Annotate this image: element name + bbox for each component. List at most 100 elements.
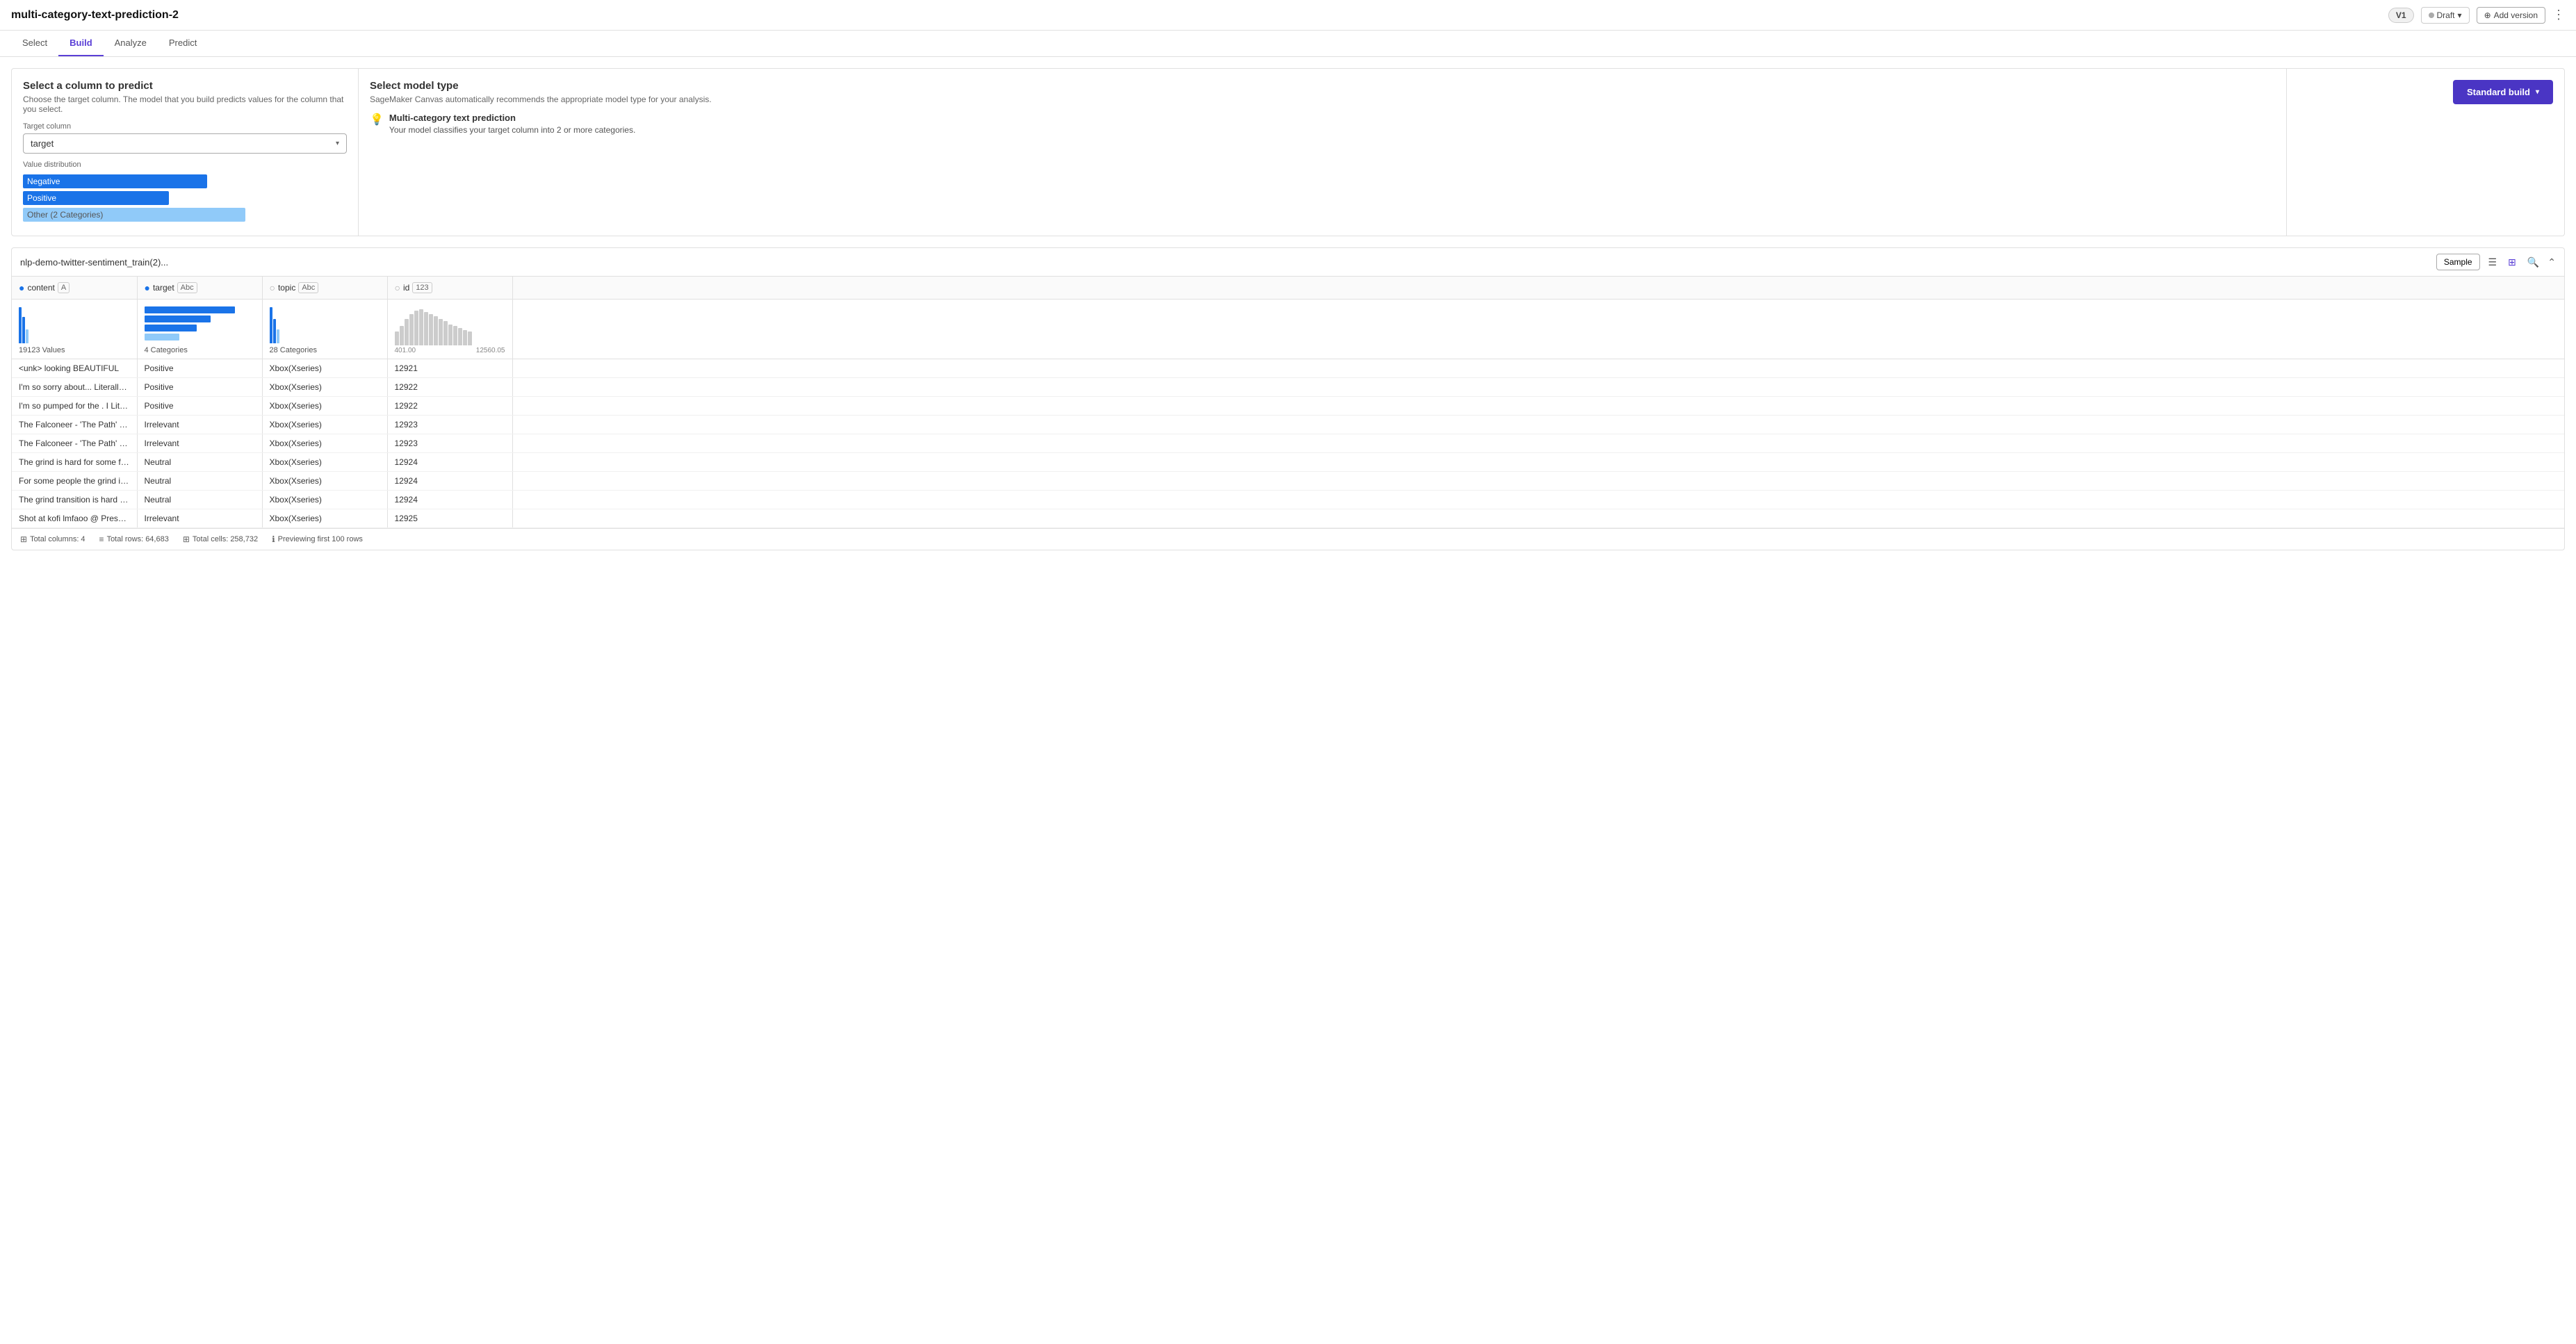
total-columns-item: ⊞ Total columns: 4 (20, 534, 85, 544)
more-options-button[interactable]: ⋮ (2552, 8, 2565, 22)
chart-row: 19123 Values 4 Categories (12, 300, 2564, 359)
dist-row-other: Other (2 Categories) (23, 208, 347, 222)
row4-target: Irrelevant (137, 434, 262, 453)
dist-row-negative: Negative (23, 174, 347, 188)
target-col-name: target (153, 283, 174, 293)
col-header-empty (512, 277, 2564, 300)
content-col-name: content (27, 283, 54, 293)
table-row: The Falconeer - 'The Path' Game... Irrel… (12, 434, 2564, 453)
list-view-button[interactable]: ☰ (2486, 255, 2500, 270)
row4-content: The Falconeer - 'The Path' Game... (12, 434, 137, 453)
distribution-label: Value distribution (23, 161, 347, 169)
topic-col-type: Abc (298, 282, 318, 293)
data-table: ● content A ● target Abc (12, 277, 2564, 528)
id-range-min: 401.00 (395, 347, 416, 354)
row2-topic: Xbox(Xseries) (262, 397, 387, 416)
row4-id: 12923 (387, 434, 512, 453)
row0-target: Positive (137, 359, 262, 378)
select-model-title: Select model type (370, 80, 2275, 92)
dist-label-other: Other (2 Categories) (27, 208, 103, 222)
plus-icon: ⊕ (2484, 10, 2491, 20)
page-title: multi-category-text-prediction-2 (11, 9, 179, 22)
search-button[interactable]: 🔍 (2525, 255, 2542, 270)
row3-content: The Falconeer - 'The Path' Game... (12, 416, 137, 434)
select-model-panel: Select model type SageMaker Canvas autom… (359, 68, 2287, 236)
col-header-target: ● target Abc (137, 277, 262, 300)
row0-topic: Xbox(Xseries) (262, 359, 387, 378)
row2-content: I'm so pumped for the . I Literall... (12, 397, 137, 416)
row1-id: 12922 (387, 378, 512, 397)
preview-note-item: ℹ Previewing first 100 rows (272, 534, 363, 544)
cells-icon: ⊞ (183, 534, 190, 544)
target-col-type: Abc (177, 282, 197, 293)
version-badge: V1 (2388, 8, 2414, 23)
select-model-desc: SageMaker Canvas automatically recommend… (370, 95, 2275, 104)
row5-topic: Xbox(Xseries) (262, 453, 387, 472)
total-columns-label: Total columns: 4 (30, 535, 85, 543)
target-column-dropdown[interactable]: target ▾ (23, 133, 347, 154)
total-rows-item: ≡ Total rows: 64,683 (99, 534, 169, 544)
row7-empty (512, 491, 2564, 509)
table-header-row: ● content A ● target Abc (12, 277, 2564, 300)
columns-icon: ⊞ (20, 534, 27, 544)
row1-empty (512, 378, 2564, 397)
col-header-topic: ○ topic Abc (262, 277, 387, 300)
tab-build[interactable]: Build (58, 31, 104, 56)
info-icon: ℹ (272, 534, 275, 544)
row3-empty (512, 416, 2564, 434)
target-values-label: 4 Categories (145, 346, 255, 354)
row0-id: 12921 (387, 359, 512, 378)
data-section: nlp-demo-twitter-sentiment_train(2)... S… (11, 247, 2565, 550)
row8-empty (512, 509, 2564, 528)
preview-note-label: Previewing first 100 rows (278, 535, 363, 543)
target-column-value: target (31, 138, 54, 149)
build-action-panel: Standard build ▾ (2287, 68, 2565, 236)
row8-id: 12925 (387, 509, 512, 528)
empty-chart-cell (512, 300, 2564, 359)
content-col-icon: ● (19, 282, 24, 293)
row7-topic: Xbox(Xseries) (262, 491, 387, 509)
draft-dot (2429, 13, 2434, 18)
tab-analyze[interactable]: Analyze (104, 31, 158, 56)
app-header: multi-category-text-prediction-2 V1 Draf… (0, 0, 2576, 31)
id-range-max: 12560.05 (476, 347, 505, 354)
dataset-title: nlp-demo-twitter-sentiment_train(2)... (20, 257, 168, 268)
row7-target: Neutral (137, 491, 262, 509)
model-type-desc: Your model classifies your target column… (389, 125, 635, 135)
table-row: <unk> looking BEAUTIFUL Positive Xbox(Xs… (12, 359, 2564, 378)
content-chart-cell: 19123 Values (12, 300, 137, 359)
row1-topic: Xbox(Xseries) (262, 378, 387, 397)
collapse-button[interactable]: ⌃ (2548, 256, 2556, 268)
table-body: <unk> looking BEAUTIFUL Positive Xbox(Xs… (12, 359, 2564, 528)
tab-select[interactable]: Select (11, 31, 58, 56)
data-footer: ⊞ Total columns: 4 ≡ Total rows: 64,683 … (12, 528, 2564, 550)
row7-id: 12924 (387, 491, 512, 509)
distribution-bars: Negative Positive Other (2 Categories) (23, 174, 347, 222)
standard-build-button[interactable]: Standard build ▾ (2453, 80, 2553, 104)
draft-label: Draft (2437, 10, 2455, 20)
target-chart-cell: 4 Categories (137, 300, 262, 359)
row3-target: Irrelevant (137, 416, 262, 434)
id-col-type: 123 (412, 282, 432, 293)
content-values-label: 19123 Values (19, 346, 130, 354)
topic-chart-cell: 28 Categories (262, 300, 387, 359)
sample-button[interactable]: Sample (2436, 254, 2480, 270)
add-version-button[interactable]: ⊕ Add version (2477, 7, 2545, 24)
rows-icon: ≡ (99, 534, 104, 544)
target-col-icon: ● (145, 282, 150, 293)
row2-target: Positive (137, 397, 262, 416)
id-col-name: id (403, 283, 409, 293)
grid-view-button[interactable]: ⊞ (2505, 255, 2519, 270)
table-row: The grind is hard for some folks ... Neu… (12, 453, 2564, 472)
row6-id: 12924 (387, 472, 512, 491)
content-col-type: A (58, 282, 70, 293)
row0-content: <unk> looking BEAUTIFUL (12, 359, 137, 378)
table-row: Shot at kofi lmfaoo @ PressStar... Irrel… (12, 509, 2564, 528)
model-type-info: Multi-category text prediction Your mode… (389, 113, 635, 135)
tab-predict[interactable]: Predict (158, 31, 208, 56)
dropdown-arrow-icon: ▾ (336, 140, 339, 147)
topic-values-label: 28 Categories (270, 346, 380, 354)
draft-button[interactable]: Draft ▾ (2421, 7, 2470, 24)
row5-content: The grind is hard for some folks ... (12, 453, 137, 472)
dist-label-negative: Negative (27, 174, 60, 188)
